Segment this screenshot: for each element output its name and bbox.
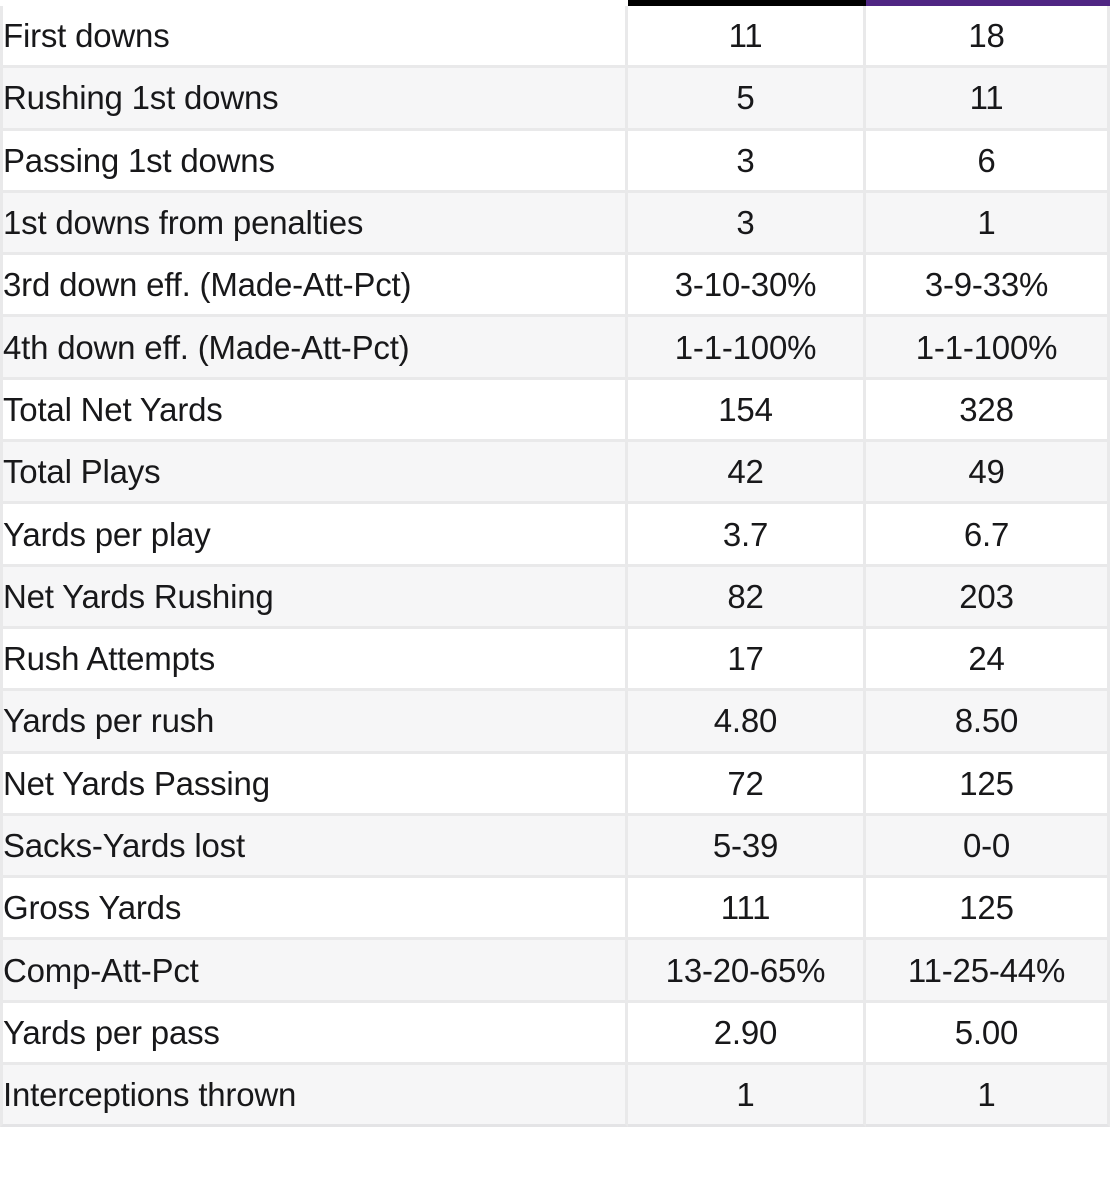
stat-label: Net Yards Passing: [0, 753, 628, 816]
stat-value-team-b: 125: [866, 753, 1110, 816]
stat-value-team-b: 125: [866, 878, 1110, 941]
stat-label: Comp-Att-Pct: [0, 940, 628, 1003]
stat-value-team-a: 13-20-65%: [628, 940, 866, 1003]
stat-value-team-b: 18: [866, 6, 1110, 69]
page-root: First downs 11 18 Rushing 1st downs 5 11 Passi…: [0, 0, 1110, 1200]
stat-value-team-a: 154: [628, 379, 866, 443]
stat-value-team-b: 11-25-44%: [866, 940, 1110, 1003]
steelers-logo-icon: [725, 0, 769, 4]
stat-label: Total Net Yards: [0, 379, 628, 443]
table-row: Net Yards Passing 72 125: [0, 753, 1110, 816]
stat-label: Gross Yards: [0, 878, 628, 941]
table-row: Yards per pass 2.90 5.00: [0, 1002, 1110, 1066]
stat-value-team-b: 0-0: [866, 815, 1110, 879]
stat-value-team-a: 5-39: [628, 815, 866, 879]
vikings-logo-icon: [966, 0, 1010, 4]
table-row: Rushing 1st downs 5 11: [0, 68, 1110, 131]
stat-value-team-a: 3-10-30%: [628, 255, 866, 318]
stat-value-team-a: 3.7: [628, 504, 866, 567]
stat-value-team-a: 2.90: [628, 1002, 866, 1066]
stat-value-team-b: 11: [866, 68, 1110, 131]
stats-table-viewport[interactable]: First downs 11 18 Rushing 1st downs 5 11 Passi…: [0, 0, 1110, 1141]
table-row: First downs 11 18: [0, 6, 1110, 69]
stat-label: Rushing 1st downs: [0, 68, 628, 131]
stat-value-team-b: 3-9-33%: [866, 255, 1110, 318]
stat-label: Rush Attempts: [0, 628, 628, 692]
stat-value-team-b: 1: [866, 192, 1110, 256]
stat-label: Yards per play: [0, 504, 628, 567]
stat-value-team-a: 72: [628, 753, 866, 816]
stat-label: Yards per rush: [0, 691, 628, 754]
table-row: 1st downs from penalties 3 1: [0, 192, 1110, 256]
header-team-a[interactable]: [628, 0, 866, 6]
stat-value-team-b: 328: [866, 379, 1110, 443]
table-row: Net Yards Rushing 82 203: [0, 566, 1110, 629]
table-row: Comp-Att-Pct 13-20-65% 11-25-44%: [0, 940, 1110, 1003]
stat-value-team-b: 24: [866, 628, 1110, 692]
stat-value-team-b: 5.00: [866, 1002, 1110, 1066]
stat-value-team-a: 5: [628, 68, 866, 131]
table-row: 4th down eff. (Made-Att-Pct) 1-1-100% 1-1-…: [0, 317, 1110, 380]
stat-label: Yards per pass: [0, 1002, 628, 1066]
stat-value-team-b: 203: [866, 566, 1110, 629]
stat-value-team-a: 1-1-100%: [628, 317, 866, 380]
table-row: Total Net Yards 154 328: [0, 379, 1110, 443]
stat-value-team-b: 6.7: [866, 504, 1110, 567]
stat-value-team-a: 3: [628, 130, 866, 193]
stat-value-team-a: 82: [628, 566, 866, 629]
stat-value-team-b: 1-1-100%: [866, 317, 1110, 380]
table-row: Total Plays 42 49: [0, 442, 1110, 505]
stat-value-team-a: 17: [628, 628, 866, 692]
stat-value-team-a: 1: [628, 1065, 866, 1128]
stat-label: 1st downs from penalties: [0, 192, 628, 256]
stat-value-team-a: 42: [628, 442, 866, 505]
stat-value-team-a: 111: [628, 878, 866, 941]
table-body: First downs 11 18 Rushing 1st downs 5 11 Passi…: [0, 6, 1110, 1128]
stat-value-team-a: 11: [628, 6, 866, 69]
table-row: 3rd down eff. (Made-Att-Pct) 3-10-30% 3-9-…: [0, 255, 1110, 318]
table-row: Rush Attempts 17 24: [0, 628, 1110, 692]
table-row: Passing 1st downs 3 6: [0, 130, 1110, 193]
table-row: Sacks-Yards lost 5-39 0-0: [0, 815, 1110, 879]
stat-label: Total Plays: [0, 442, 628, 505]
stat-label: Sacks-Yards lost: [0, 815, 628, 879]
stat-value-team-b: 49: [866, 442, 1110, 505]
stat-value-team-b: 1: [866, 1065, 1110, 1128]
stat-label: Passing 1st downs: [0, 130, 628, 193]
header-team-b[interactable]: [866, 0, 1110, 6]
stat-label: 3rd down eff. (Made-Att-Pct): [0, 255, 628, 318]
stat-value-team-b: 8.50: [866, 691, 1110, 754]
table-row: Interceptions thrown 1 1: [0, 1065, 1110, 1128]
stat-label: First downs: [0, 6, 628, 69]
stat-label: Net Yards Rushing: [0, 566, 628, 629]
stat-value-team-b: 6: [866, 130, 1110, 193]
table-row: Yards per play 3.7 6.7: [0, 504, 1110, 567]
stat-value-team-a: 4.80: [628, 691, 866, 754]
stat-label: 4th down eff. (Made-Att-Pct): [0, 317, 628, 380]
stat-label: Interceptions thrown: [0, 1065, 628, 1128]
stat-value-team-a: 3: [628, 192, 866, 256]
team-stats-table: First downs 11 18 Rushing 1st downs 5 11 Passi…: [0, 0, 1110, 1128]
table-row: Yards per rush 4.80 8.50: [0, 691, 1110, 754]
table-row: Gross Yards 111 125: [0, 878, 1110, 941]
page-background-below-table: [0, 1141, 1110, 1200]
